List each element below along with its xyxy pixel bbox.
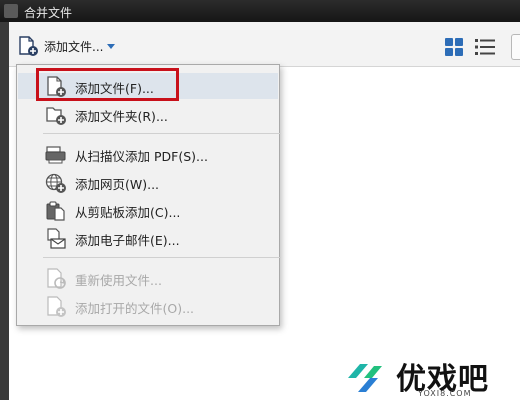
watermark-url: YOXI8.COM: [418, 389, 472, 398]
menu-item-label: 添加打开的文件(O)...: [75, 301, 195, 316]
list-view-icon[interactable]: [475, 38, 495, 56]
window-title: 合并文件: [24, 6, 73, 20]
add-folder-icon: [46, 107, 66, 125]
menu-item-add-from-clipboard[interactable]: 从剪贴板添加(C)...: [18, 197, 278, 223]
menu-separator: [43, 133, 281, 134]
title-bar: 合并文件: [0, 0, 520, 22]
menu-item-reuse-files: 重新使用文件...: [18, 265, 278, 291]
email-icon: [47, 228, 66, 249]
menu-item-add-web-page[interactable]: 添加网页(W)...: [18, 169, 278, 195]
chevron-down-icon: [107, 43, 116, 49]
clipboard-icon: [46, 201, 65, 221]
web-page-icon: [45, 173, 66, 193]
menu-item-add-email[interactable]: 添加电子邮件(E)...: [18, 225, 278, 251]
add-files-dropdown-menu: 添加文件(F)... 添加文件夹(R)... 从扫描仪添加 PDF(S)... …: [16, 64, 281, 326]
toolbar: 添加文件...: [9, 22, 520, 67]
watermark: 优戏吧 YOXI8.COM: [338, 352, 520, 400]
menu-item-add-from-scanner[interactable]: 从扫描仪添加 PDF(S)...: [18, 141, 278, 167]
menu-item-label: 添加电子邮件(E)...: [75, 233, 180, 248]
menu-item-label: 添加文件夹(R)...: [75, 109, 168, 124]
menu-item-add-open-files: 添加打开的文件(O)...: [18, 293, 278, 319]
watermark-logo-icon: [348, 364, 382, 392]
menu-item-label: 添加网页(W)...: [75, 177, 160, 192]
reuse-files-icon: [47, 268, 66, 289]
thumbnail-view-icon[interactable]: [445, 38, 463, 56]
menu-separator: [43, 257, 281, 258]
menu-item-label: 重新使用文件...: [75, 273, 162, 288]
add-files-label: 添加文件...: [44, 39, 104, 54]
app-icon: [4, 4, 18, 18]
options-button[interactable]: [511, 34, 520, 60]
menu-item-label: 从扫描仪添加 PDF(S)...: [75, 149, 208, 164]
menu-item-add-folder[interactable]: 添加文件夹(R)...: [18, 101, 278, 127]
menu-item-label: 从剪贴板添加(C)...: [75, 205, 181, 220]
add-open-files-icon: [47, 296, 66, 317]
window-left-edge: [0, 22, 9, 400]
add-file-icon: [19, 36, 38, 56]
scanner-icon: [45, 146, 66, 164]
add-files-button[interactable]: 添加文件...: [17, 35, 116, 57]
annotation-highlight-box: [36, 68, 179, 101]
